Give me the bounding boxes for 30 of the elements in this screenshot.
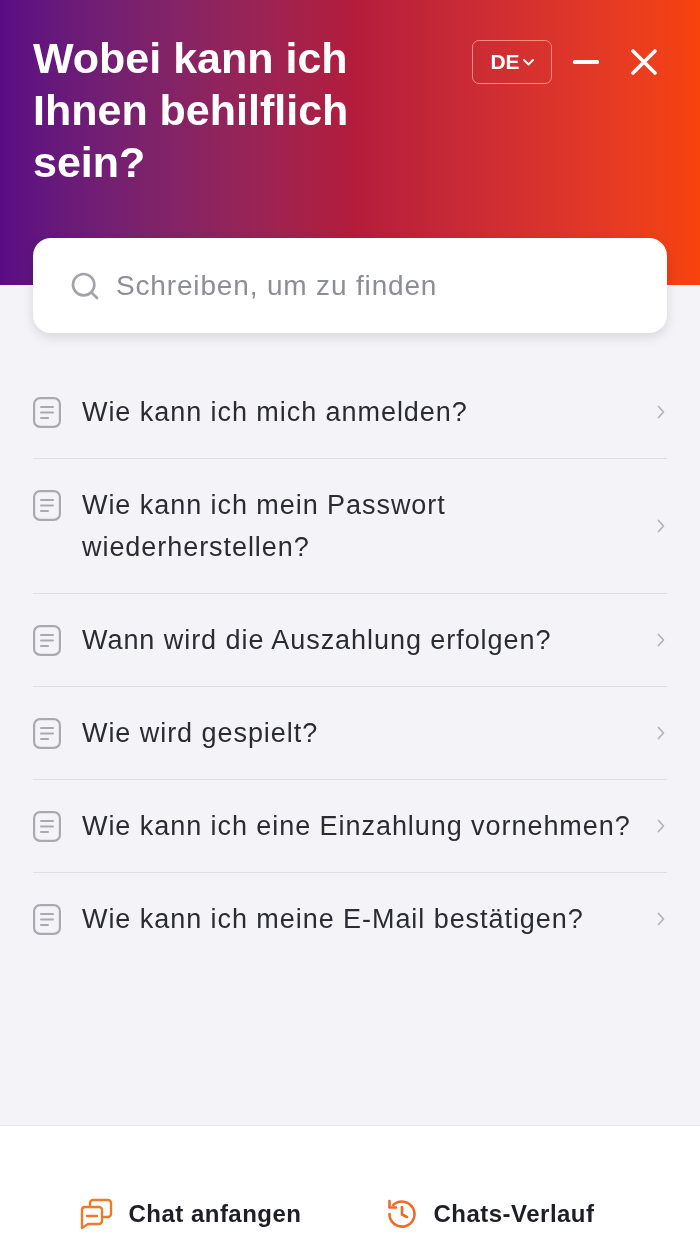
- faq-item[interactable]: Wie kann ich mich anmelden?: [33, 366, 667, 458]
- chevron-down-icon: [522, 58, 534, 66]
- search-icon: [69, 270, 101, 302]
- document-icon: [33, 811, 61, 842]
- faq-item[interactable]: Wie kann ich meine E-Mail bestätigen?: [33, 873, 667, 965]
- chevron-right-icon: [657, 819, 665, 833]
- document-icon: [33, 625, 61, 656]
- minus-icon: [573, 60, 599, 64]
- language-button[interactable]: DE: [472, 40, 552, 84]
- document-icon: [33, 904, 61, 935]
- chat-history-button[interactable]: Chats-Verlauf: [385, 1196, 595, 1232]
- chevron-right-icon: [657, 726, 665, 740]
- faq-item[interactable]: Wie kann ich mein Passwort wiederherstellen?: [33, 459, 667, 593]
- faq-item[interactable]: Wann wird die Auszahlung erfolgen?: [33, 594, 667, 686]
- chevron-right-icon: [657, 519, 665, 533]
- search-field[interactable]: Schreiben, um zu finden: [33, 238, 667, 333]
- faq-item[interactable]: Wie kann ich eine Einzahlung vornehmen?: [33, 780, 667, 872]
- start-chat-button[interactable]: Chat anfangen: [78, 1196, 302, 1232]
- document-icon: [33, 490, 61, 521]
- chevron-right-icon: [657, 405, 665, 419]
- chevron-right-icon: [657, 633, 665, 647]
- document-icon: [33, 718, 61, 749]
- close-icon: [631, 49, 657, 75]
- chat-bubbles-icon: [78, 1198, 113, 1230]
- document-icon: [33, 397, 61, 428]
- faq-item[interactable]: Wie wird gespielt?: [33, 687, 667, 779]
- close-button[interactable]: [631, 46, 657, 78]
- history-clock-icon: [385, 1198, 418, 1230]
- panel-title: Wobei kann ich Ihnen behilflich sein?: [33, 33, 350, 188]
- chevron-right-icon: [657, 912, 665, 926]
